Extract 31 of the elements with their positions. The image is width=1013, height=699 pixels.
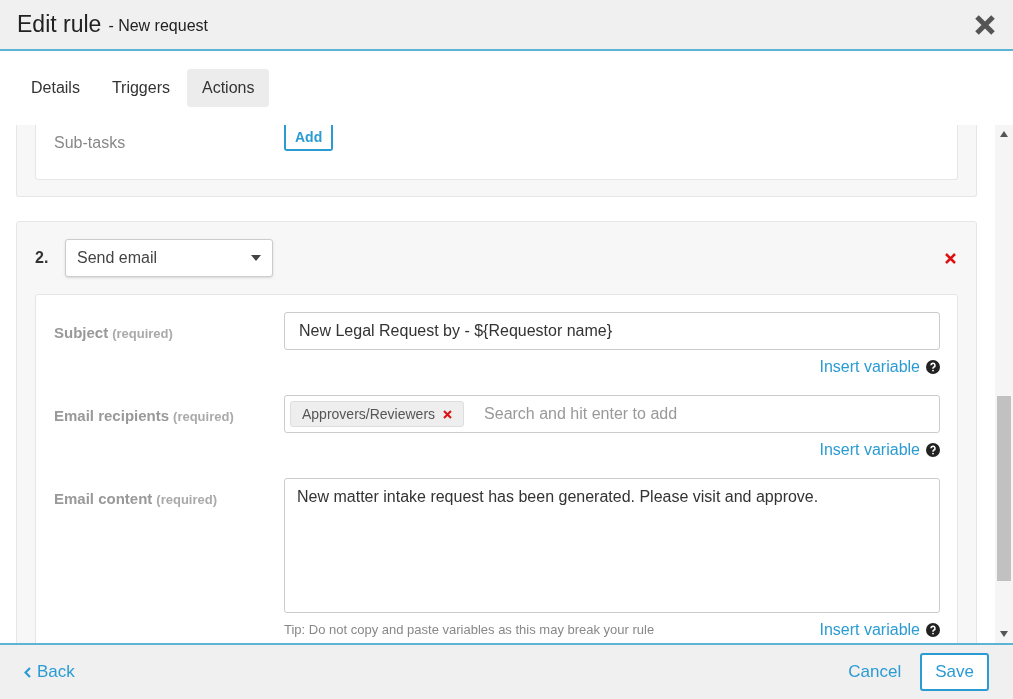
remove-icon[interactable] (945, 252, 956, 264)
close-icon[interactable] (974, 13, 996, 36)
recipient-tag: Approvers/Reviewers (290, 401, 465, 427)
tab[interactable]: Triggers (96, 69, 185, 107)
scroll-down-icon[interactable] (1000, 631, 1008, 637)
help-icon[interactable] (926, 360, 940, 374)
field-label: Email content (54, 489, 153, 509)
dialog-title: Edit rule (17, 10, 102, 40)
scrollbar[interactable] (995, 125, 1013, 643)
subject-field[interactable]: New Legal Request by - ${Requestor name} (284, 312, 940, 350)
action-type-dropdown[interactable]: Send email (65, 239, 273, 277)
required-note: (required) (156, 491, 218, 509)
action-number: 2. (35, 248, 50, 268)
required-note: (required) (112, 325, 173, 343)
required-note: (required) (173, 408, 234, 426)
help-icon[interactable] (926, 443, 940, 457)
tab[interactable]: Actions (187, 69, 270, 107)
remove-icon[interactable] (443, 409, 453, 419)
dialog-subtitle: - New request (108, 16, 208, 36)
tip-text: Tip: Do not copy and paste variables as this may break your rule (284, 621, 655, 640)
scroll-up-icon[interactable] (1000, 131, 1008, 137)
recipients-field[interactable]: Approvers/Reviewers Search and hit enter to add (284, 395, 940, 433)
email-content-field[interactable]: New matter intake request has been generated. Please visit and approve. (284, 478, 940, 613)
recipient-search-input[interactable]: Search and hit enter to add (484, 402, 934, 426)
help-icon[interactable] (926, 623, 940, 637)
tab[interactable]: Details (16, 69, 95, 107)
chevron-left-icon (24, 666, 31, 678)
caret-icon (251, 255, 261, 261)
field-label: Email recipients (54, 406, 170, 426)
subtasks-label: Sub-tasks (54, 133, 127, 153)
field-label: Subject (54, 323, 109, 343)
